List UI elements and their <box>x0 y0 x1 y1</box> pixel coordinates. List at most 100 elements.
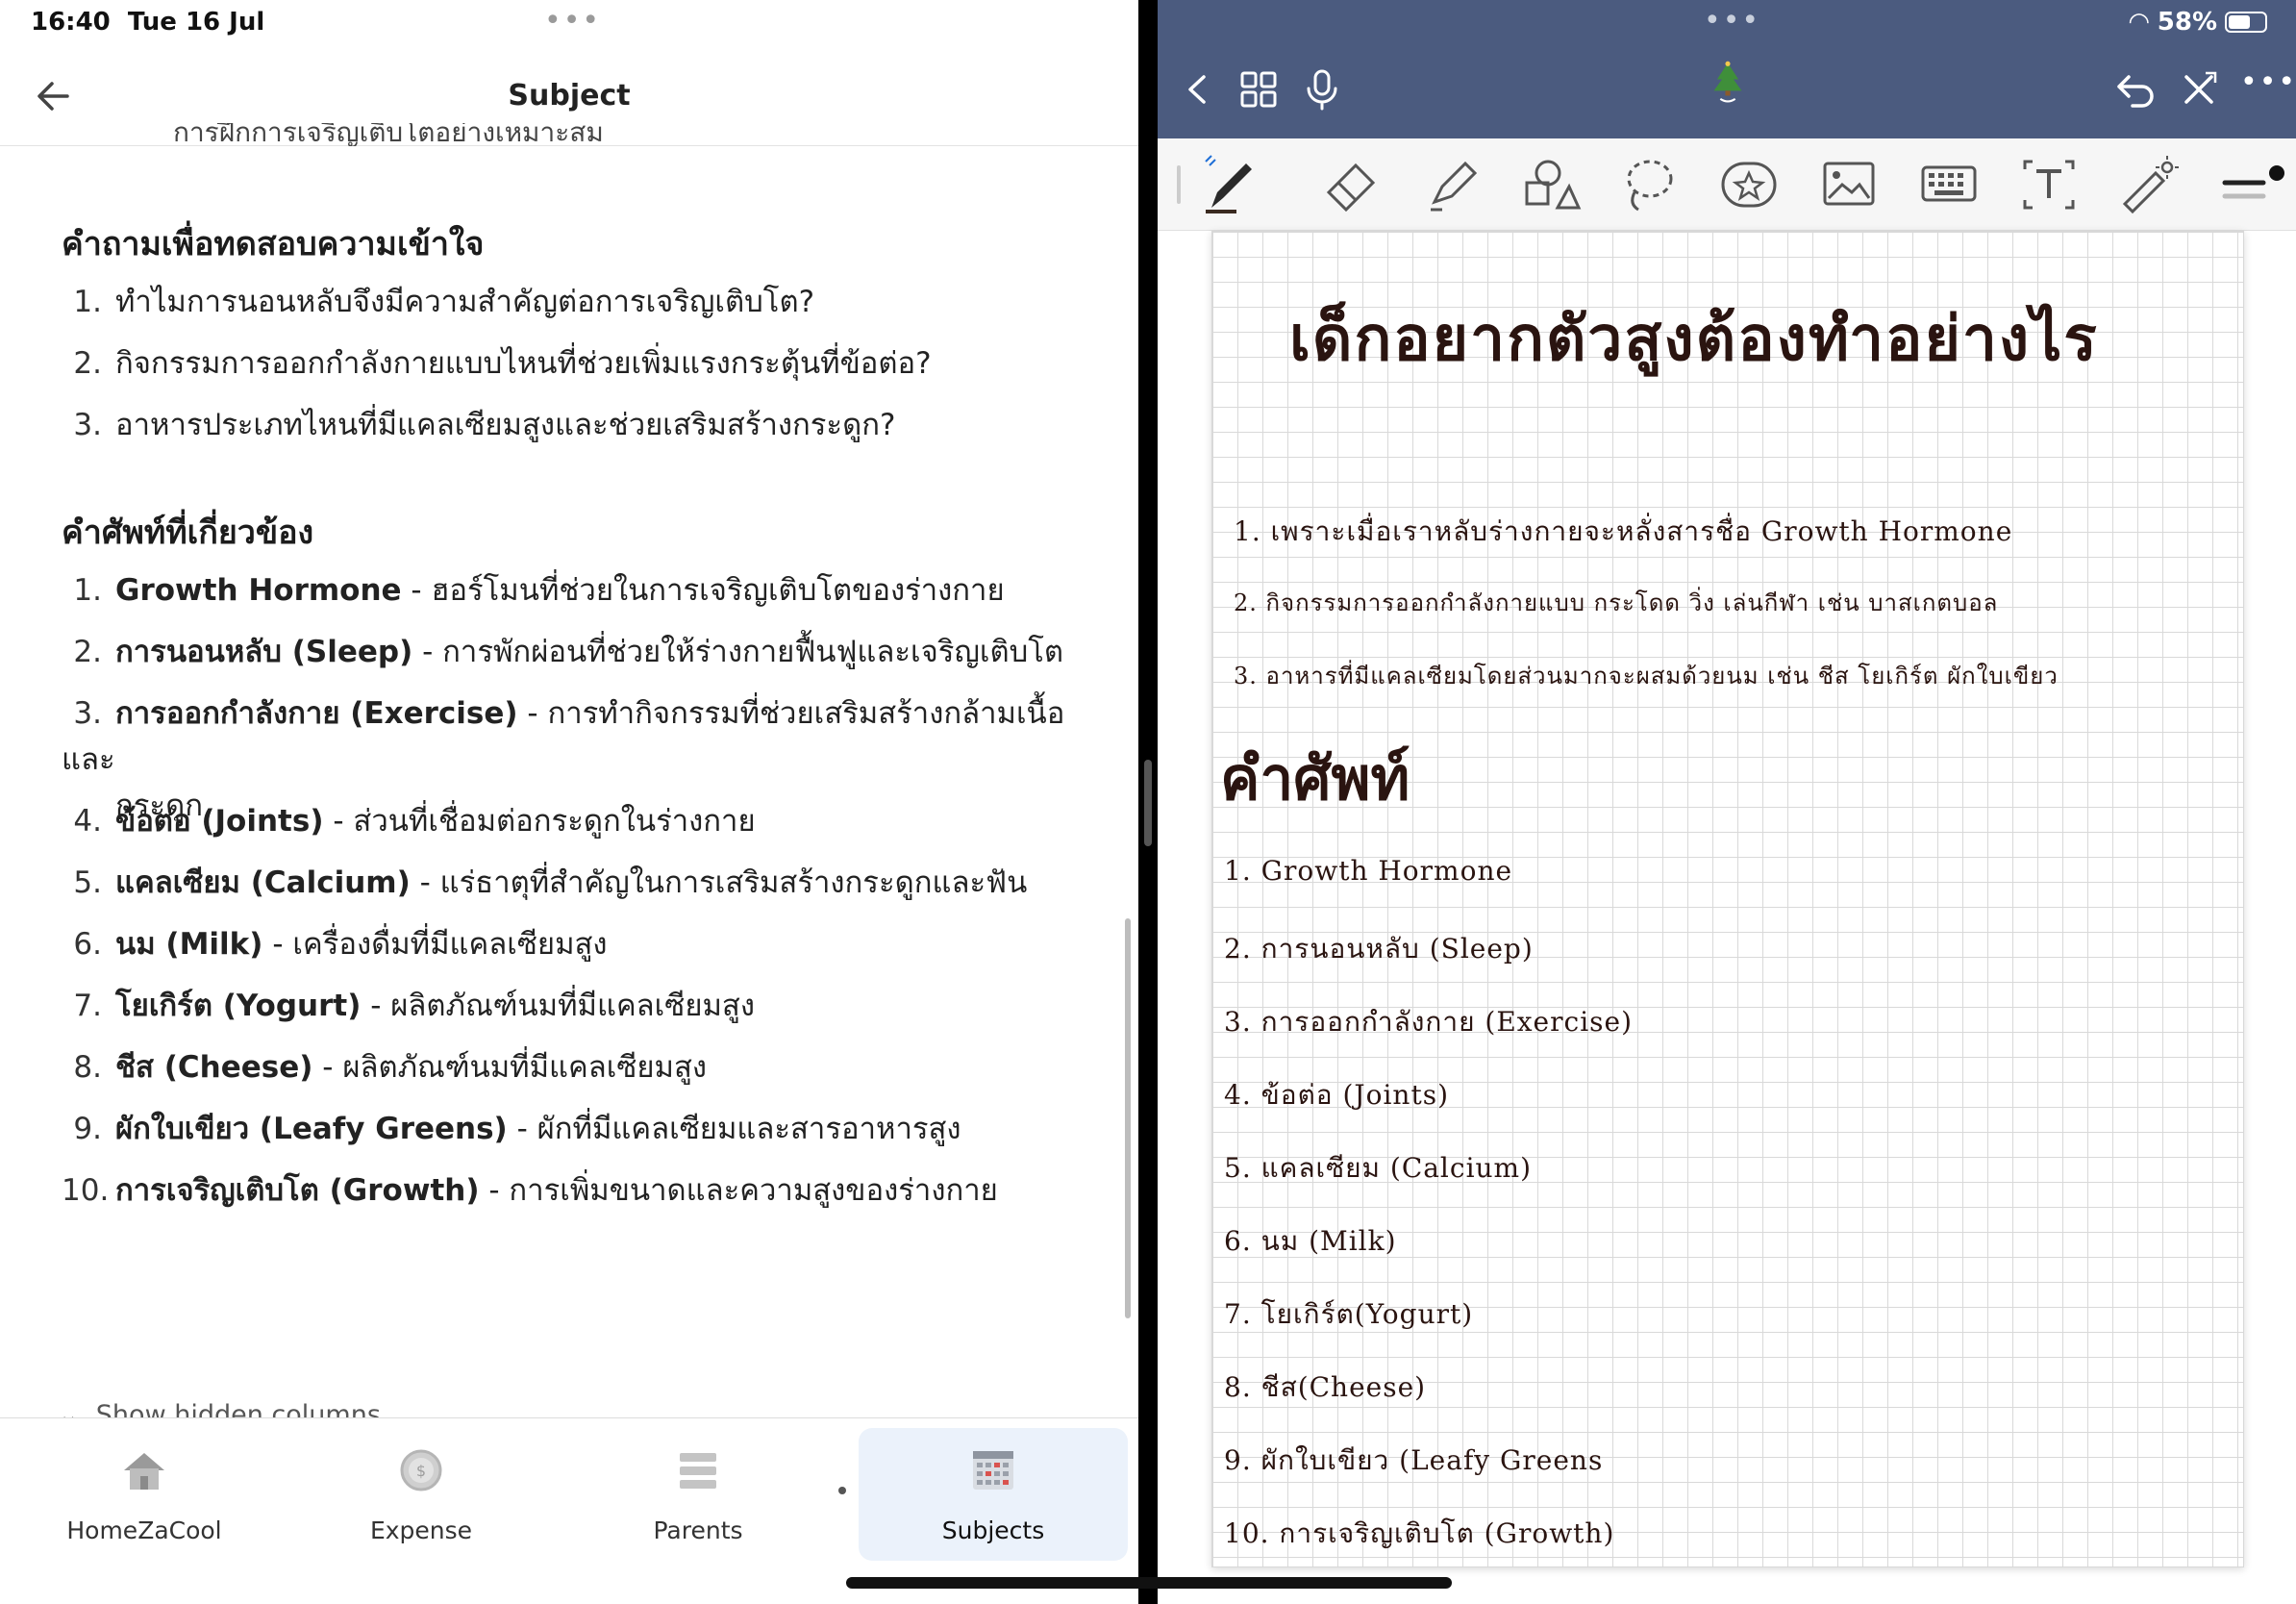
term-description: - การพักผ่อนที่ช่วยให้ร่างกายฟื้นฟูและเจ… <box>412 635 1064 669</box>
handwritten-term: 5. แคลเซียม (Calcium) <box>1224 1152 1533 1184</box>
multitasking-dots-icon[interactable]: ••• <box>544 7 601 36</box>
term-name: แคลเซียม (Calcium) <box>115 865 411 900</box>
svg-text:$: $ <box>416 1462 426 1480</box>
lasso-tool-icon[interactable] <box>1617 154 1681 215</box>
handwritten-answer: 2. กิจกรรมการออกกำลังกายแบบ กระโดด วิ่ง … <box>1234 589 1999 616</box>
pen-tool-icon[interactable] <box>1198 154 1261 215</box>
tab-homezacool[interactable]: HomeZaCool <box>10 1428 279 1561</box>
term-description: - การเพิ่มขนาดและความสูงของร่างกาย <box>479 1173 998 1208</box>
keyboard-tool-icon[interactable] <box>1917 154 1981 215</box>
term-name: การนอนหลับ (Sleep) <box>115 635 413 669</box>
coin-icon: $ <box>400 1449 442 1491</box>
tab-parents[interactable]: Parents <box>563 1428 833 1561</box>
question-number: 3. <box>73 408 102 442</box>
term-item: 5. แคลเซียม (Calcium) - แร่ธาตุที่สำคัญใน… <box>62 860 1081 906</box>
term-name: ผักใบเขียว (Leafy Greens) <box>115 1112 508 1146</box>
tab-label-subjects: Subjects <box>941 1516 1045 1544</box>
handwritten-terms-heading: คำศัพท์ <box>1220 743 1410 814</box>
term-item: 6. นม (Milk) - เครื่องดื่มที่มีแคลเซียมสู… <box>62 921 1081 967</box>
text-tool-icon[interactable] <box>2017 154 2081 215</box>
drawing-toolbar <box>1158 138 2296 231</box>
term-name: ข้อต่อ (Joints) <box>115 804 324 839</box>
term-name: การออกกำลังกาย (Exercise) <box>115 696 518 731</box>
term-name: ชีส (Cheese) <box>115 1050 313 1085</box>
page-title: Subject <box>508 79 631 113</box>
list-icon <box>680 1453 716 1489</box>
sticker-tool-icon[interactable] <box>1717 154 1781 215</box>
microphone-icon[interactable] <box>1300 67 1344 112</box>
close-pen-icon[interactable] <box>2177 67 2221 112</box>
status-date: Tue 16 Jul <box>127 8 265 37</box>
term-item: 8. ชีส (Cheese) - ผลิตภัณฑ์นมที่มีแคลเซีย… <box>62 1044 1081 1090</box>
grid-calendar-icon <box>973 1451 1013 1490</box>
show-hidden-columns-link[interactable]: ⌄ Show hidden columns <box>58 1396 381 1417</box>
term-number: 6. <box>73 927 102 962</box>
bottom-tab-bar: HomeZaCool $ Expense Parents Subjects <box>0 1417 1138 1604</box>
term-item: 2. การนอนหลับ (Sleep) - การพักผ่อนที่ช่วย… <box>62 629 1081 675</box>
christmas-tree-icon[interactable] <box>1706 60 1750 104</box>
split-view-handle[interactable] <box>1144 760 1152 846</box>
handwritten-answer: 3. อาหารที่มีแคลเซียมโดยส่วนมากจะผสมด้วย… <box>1234 663 2059 689</box>
highlighter-tool-icon[interactable] <box>1421 154 1485 215</box>
question-item: 1. ทำไมการนอนหลับจึงมีความสำคัญต่อการเจริ… <box>62 279 1081 325</box>
term-number: 7. <box>73 989 102 1023</box>
term-number: 8. <box>73 1050 102 1085</box>
chevron-left-icon[interactable] <box>1177 67 1221 112</box>
home-icon <box>124 1453 164 1490</box>
tab-label-expense: Expense <box>369 1516 473 1544</box>
term-number: 9. <box>73 1112 102 1146</box>
term-description: - ฮอร์โมนที่ช่วยในการเจริญเติบโตของร่างก… <box>401 573 1005 608</box>
notes-top-bar: ••• ◠ 58% ••• <box>1158 0 2296 138</box>
shapes-tool-icon[interactable] <box>1519 154 1583 215</box>
tab-expense[interactable]: $ Expense <box>287 1428 556 1561</box>
term-number: 2. <box>73 635 102 669</box>
image-tool-icon[interactable] <box>1817 154 1881 215</box>
handwritten-term: 9. ผักใบเขียว (Leafy Greens <box>1224 1444 1604 1476</box>
tab-subjects[interactable]: Subjects <box>859 1428 1128 1561</box>
handwritten-term: 10. การเจริญเติบโต (Growth) <box>1224 1517 1615 1549</box>
handwritten-term: 2. การนอนหลับ (Sleep) <box>1224 933 1534 965</box>
term-number: 3. <box>73 696 102 731</box>
question-text: กิจกรรมการออกกำลังกายแบบไหนที่ช่วยเพิ่มแ… <box>115 346 932 381</box>
toolbar-drag-handle[interactable] <box>1177 165 1181 204</box>
show-hidden-columns-label: Show hidden columns <box>95 1400 381 1417</box>
handwritten-answer: 1. เพราะเมื่อเราหลับร่างกายจะหลั่งสารชื่… <box>1234 515 2013 547</box>
clipped-text-line: การฝึกการเจริญเติบโตอย่างเหมาะสม <box>173 123 604 146</box>
notebook-page[interactable]: เด็กอยากตัวสูงต้องทำอย่างไร 1. เพราะเมื่… <box>1211 231 2244 1567</box>
multitasking-dots-icon-right[interactable]: ••• <box>1704 7 1760 36</box>
laser-pointer-icon[interactable] <box>2117 154 2181 215</box>
grid-view-icon[interactable] <box>1236 67 1281 112</box>
eraser-tool-icon[interactable] <box>1321 154 1385 215</box>
status-battery-wifi: ◠ 58% <box>2130 8 2267 37</box>
handwritten-term: 6. นม (Milk) <box>1224 1225 1397 1257</box>
term-description: - เครื่องดื่มที่มีแคลเซียมสูง <box>262 927 608 962</box>
home-indicator[interactable] <box>846 1577 1452 1589</box>
notes-app-pane: ••• ◠ 58% ••• เด็กอยากตัวสูงต้องทำอย่างไ… <box>1158 0 2296 1604</box>
wifi-icon: ◠ <box>2129 8 2149 37</box>
tab-label-parents: Parents <box>653 1516 743 1544</box>
question-item: 3. อาหารประเภทไหนที่มีแคลเซียมสูงและช่วยเ… <box>62 402 1081 448</box>
term-name: นม (Milk) <box>115 927 263 962</box>
term-description: - แร่ธาตุที่สำคัญในการเสริมสร้างกระดูกแล… <box>410 865 1028 900</box>
pen-settings-icon[interactable] <box>2219 154 2292 215</box>
handwritten-title: เด็กอยากตัวสูงต้องทำอย่างไร <box>1289 303 2099 375</box>
handwritten-term: 8. ชีส(Cheese) <box>1224 1371 1427 1403</box>
term-name: โยเกิร์ต (Yogurt) <box>115 989 362 1023</box>
term-name: Growth Hormone <box>115 573 402 608</box>
handwritten-term: 4. ข้อต่อ (Joints) <box>1224 1079 1450 1111</box>
term-item: 4. ข้อต่อ (Joints) - ส่วนที่เชื่อมต่อกระด… <box>62 798 1081 844</box>
term-item: 10. การเจริญเติบโต (Growth) - การเพิ่มขนา… <box>62 1167 1081 1214</box>
term-name: การเจริญเติบโต (Growth) <box>115 1173 480 1208</box>
question-item: 2. กิจกรรมการออกกำลังกายแบบไหนที่ช่วยเพิ่… <box>62 340 1081 387</box>
undo-icon[interactable] <box>2113 67 2158 112</box>
terms-section-title: คำศัพท์ที่เกี่ยวข้อง <box>62 514 314 552</box>
battery-icon <box>2225 12 2267 33</box>
term-number: 1. <box>73 573 102 608</box>
term-description: - ผักที่มีแคลเซียมและสารอาหารสูง <box>507 1112 961 1146</box>
tab-label-homezacool: HomeZaCool <box>66 1516 222 1544</box>
status-time-date: 16:40 Tue 16 Jul <box>31 8 264 37</box>
more-options-icon[interactable]: ••• <box>2240 65 2295 110</box>
scroll-indicator[interactable] <box>1125 918 1131 1318</box>
question-text: ทำไมการนอนหลับจึงมีความสำคัญต่อการเจริญเ… <box>115 285 815 319</box>
handwritten-term: 1. Growth Hormone <box>1224 855 1513 887</box>
